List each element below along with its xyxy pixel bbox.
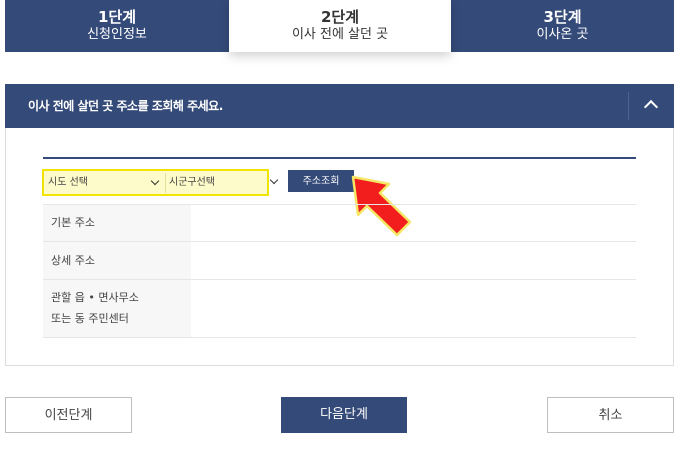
step-3-number: 3단계 xyxy=(543,8,582,26)
step-2-tab: 2단계 이사 전에 살던 곳 xyxy=(229,0,451,52)
step-tabs: 1단계 신청인정보 2단계 이사 전에 살던 곳 3단계 이사온 곳 xyxy=(0,0,688,52)
step-2-label: 이사 전에 살던 곳 xyxy=(291,27,389,42)
detail-address-row: 상세 주소 xyxy=(43,241,636,280)
sigungu-select-value: 시군구선택 xyxy=(169,177,215,188)
cancel-button[interactable]: 취소 xyxy=(547,397,674,433)
panel-title: 이사 전에 살던 곳 주소를 조회해 주세요. xyxy=(28,99,223,113)
basic-address-row: 기본 주소 xyxy=(43,204,636,242)
panel-header: 이사 전에 살던 곳 주소를 조회해 주세요. xyxy=(5,84,674,128)
sido-select[interactable]: 시도 선택 xyxy=(48,173,164,193)
row-label-cell: 관할 읍 • 면사무소 또는 동 주민센터 xyxy=(43,280,191,337)
previous-step-button[interactable]: 이전단계 xyxy=(5,397,132,433)
detail-address-label: 상세 주소 xyxy=(51,254,95,267)
chevron-up-icon xyxy=(643,99,659,115)
region-select-group: 시도 선택 시군구선택 xyxy=(42,169,269,196)
collapse-toggle-button[interactable] xyxy=(628,92,674,120)
step-2-number: 2단계 xyxy=(320,8,360,26)
step-1-tab: 1단계 신청인정보 xyxy=(5,0,229,52)
office-label-line-1: 관할 읍 • 면사무소 xyxy=(51,291,139,304)
row-label-cell: 기본 주소 xyxy=(43,205,191,242)
office-label-line-2: 또는 동 주민센터 xyxy=(51,312,129,325)
step-1-number: 1단계 xyxy=(97,8,137,26)
step-3-tab: 3단계 이사온 곳 xyxy=(451,0,674,52)
step-3-label: 이사온 곳 xyxy=(536,27,589,42)
row-label-cell: 상세 주소 xyxy=(43,242,191,280)
basic-address-label: 기본 주소 xyxy=(51,216,95,229)
sido-select-value: 시도 선택 xyxy=(48,177,88,188)
sigungu-select[interactable]: 시군구선택 xyxy=(169,173,269,193)
chevron-down-icon xyxy=(150,176,160,186)
next-step-button[interactable]: 다음단계 xyxy=(281,397,407,433)
jurisdiction-office-row: 관할 읍 • 면사무소 또는 동 주민센터 xyxy=(43,279,636,338)
step-1-label: 신청인정보 xyxy=(87,27,147,42)
form-top-rule xyxy=(43,157,636,159)
select-divider xyxy=(165,173,166,193)
